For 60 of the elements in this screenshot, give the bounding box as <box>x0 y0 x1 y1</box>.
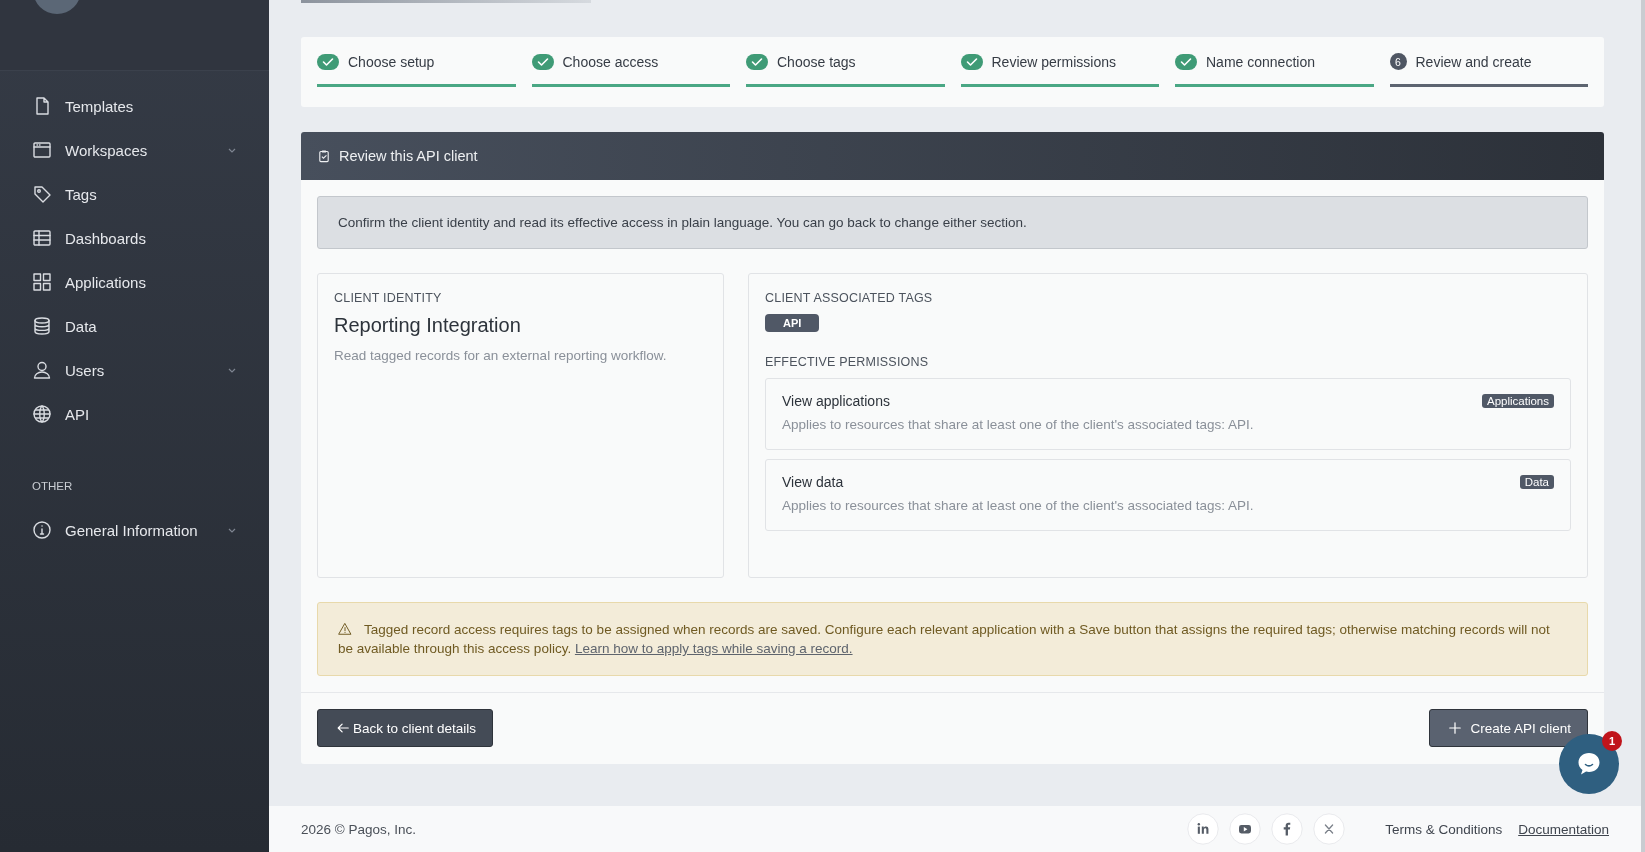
wizard-step[interactable]: Choose tags <box>746 53 945 87</box>
warning-text: Tagged record access requires tags to be assigned when records are saved. Configure each relevant application with a Save button that assigns the required tags; otherwise matching records will not be available through this access policy. Learn how to apply tags while saving a record. <box>338 621 1551 658</box>
section-heading: EFFECTIVE PERMISSIONS <box>765 355 930 369</box>
sidebar-item[interactable]: API <box>0 392 269 436</box>
check-icon <box>1175 53 1197 70</box>
permission-title: View data <box>782 474 844 490</box>
footer-link[interactable]: Terms & Conditions <box>1385 821 1503 837</box>
copyright-text: 2026 © Pagos, Inc. <box>301 821 418 837</box>
database-icon <box>32 316 52 336</box>
linkedin-icon[interactable] <box>1187 813 1220 845</box>
sidebar-item[interactable]: Dashboards <box>0 216 269 260</box>
facebook-icon[interactable] <box>1271 813 1304 845</box>
permission-description: Applies to resources that share at least one of the client's associated tags: API. <box>782 498 1255 513</box>
arrow-left-icon <box>336 721 350 735</box>
resource-badge: Data <box>1519 475 1554 489</box>
wizard-step[interactable]: 6 Review and create <box>1389 53 1588 87</box>
footer-link[interactable]: Documentation <box>1518 821 1609 837</box>
sidebar-item[interactable]: Applications <box>0 260 269 304</box>
wizard-step[interactable]: Name connection <box>1175 53 1374 87</box>
check-icon <box>746 53 768 70</box>
sidebar-item[interactable]: Templates <box>0 84 269 128</box>
create-button[interactable]: Create API client <box>1429 709 1588 747</box>
plus-icon <box>1448 721 1463 735</box>
tag-icon <box>32 184 52 204</box>
wizard-step[interactable]: Choose access <box>531 53 730 87</box>
info-notice: Confirm the client identity and read its effective access in plain language. You can go back to change either section. <box>317 196 1588 249</box>
clipboard-check-icon <box>317 149 331 163</box>
wizard-step[interactable]: Choose setup <box>317 53 516 87</box>
section-label: OTHER <box>31 479 74 494</box>
wizard-step[interactable]: Review permissions <box>960 53 1159 87</box>
tag-badge: API <box>765 314 820 332</box>
globe-icon <box>32 404 52 424</box>
permission-description: Applies to resources that share at least one of the client's associated tags: API. <box>782 417 1255 432</box>
window-icon <box>32 140 52 160</box>
sidebar-item[interactable]: Users <box>0 348 269 392</box>
help-link[interactable]: Learn how to apply tags while saving a record. <box>574 641 853 656</box>
section-heading: CLIENT ASSOCIATED TAGS <box>765 291 934 305</box>
sidebar-item[interactable]: Tags <box>0 172 269 216</box>
resource-badge: Applications <box>1482 394 1554 408</box>
permission-title: View applications <box>782 393 890 409</box>
chat-button[interactable]: 1 <box>1559 734 1619 794</box>
sidebar-item[interactable]: Data <box>0 304 269 348</box>
grid-icon <box>32 272 52 292</box>
sidebar-item[interactable]: Workspaces <box>0 128 269 172</box>
warning-icon <box>338 622 352 636</box>
table-icon <box>32 228 52 248</box>
check-icon <box>531 53 554 70</box>
notification-badge: 1 <box>1602 731 1622 751</box>
check-icon <box>317 53 339 70</box>
user-icon <box>32 360 52 380</box>
client-description: Read tagged records for an external reporting workflow. <box>334 348 668 363</box>
check-icon <box>960 53 983 70</box>
info-icon <box>32 520 52 540</box>
sidebar-item[interactable]: General Information <box>0 508 269 552</box>
step-number: 6 <box>1389 53 1407 70</box>
play-icon[interactable] <box>1229 813 1262 845</box>
section-heading: CLIENT IDENTITY <box>334 291 443 305</box>
panel-title: Review this API client <box>339 148 478 164</box>
client-name: Reporting Integration <box>334 314 522 337</box>
back-button[interactable]: Back to client details <box>317 709 494 747</box>
